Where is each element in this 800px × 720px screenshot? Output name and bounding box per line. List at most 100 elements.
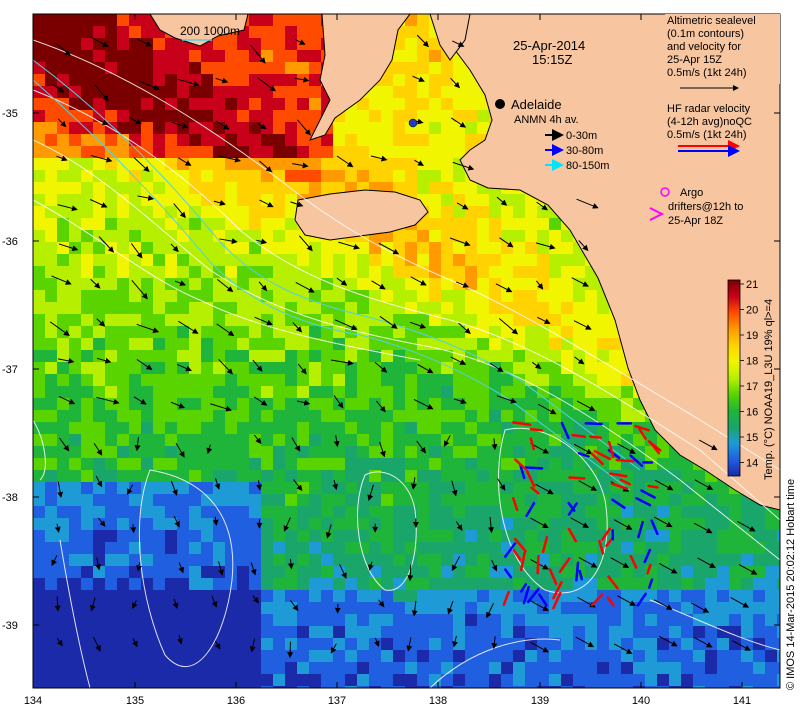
sst-cell xyxy=(489,530,502,543)
sst-cell xyxy=(393,278,406,291)
sst-cell xyxy=(537,338,550,351)
sst-cell xyxy=(513,302,526,315)
sst-cell xyxy=(177,218,190,231)
sst-cell xyxy=(321,566,334,579)
sst-cell xyxy=(261,110,274,123)
sst-cell xyxy=(369,674,382,687)
sst-cell xyxy=(141,350,154,363)
sst-cell xyxy=(633,506,646,519)
sst-cell xyxy=(705,542,718,555)
sst-cell xyxy=(369,650,382,663)
sst-cell xyxy=(237,338,250,351)
sst-cell xyxy=(69,470,82,483)
sst-cell xyxy=(201,362,214,375)
sst-cell xyxy=(249,494,262,507)
sst-cell xyxy=(153,122,166,135)
sst-cell xyxy=(81,494,94,507)
sst-cell xyxy=(237,110,250,123)
sst-cell xyxy=(633,566,646,579)
sst-cell xyxy=(669,458,682,471)
sst-cell xyxy=(753,590,766,603)
sst-cell xyxy=(141,458,154,471)
sst-cell xyxy=(585,314,598,327)
sst-cell xyxy=(69,326,82,339)
sst-cell xyxy=(573,542,586,555)
sst-cell xyxy=(453,542,466,555)
sst-cell xyxy=(345,410,358,423)
sst-cell xyxy=(141,650,154,663)
sst-cell xyxy=(669,674,682,687)
sst-cell xyxy=(417,254,430,267)
sst-cell xyxy=(561,650,574,663)
sst-cell xyxy=(249,422,262,435)
sst-cell xyxy=(45,434,58,447)
sst-cell xyxy=(345,122,358,135)
sst-cell xyxy=(237,374,250,387)
sst-cell xyxy=(369,614,382,627)
sst-cell xyxy=(369,626,382,639)
sst-cell xyxy=(189,350,202,363)
sst-cell xyxy=(453,374,466,387)
sst-cell xyxy=(465,134,478,147)
sst-cell xyxy=(117,542,130,555)
sst-cell xyxy=(201,278,214,291)
sst-cell xyxy=(57,602,70,615)
sst-cell xyxy=(249,506,262,519)
sst-cell xyxy=(69,446,82,459)
sst-cell xyxy=(441,110,454,123)
sst-cell xyxy=(417,374,430,387)
sst-cell xyxy=(141,290,154,303)
sst-cell xyxy=(237,62,250,75)
sst-cell xyxy=(381,254,394,267)
sst-cell xyxy=(489,290,502,303)
sst-cell xyxy=(501,482,514,495)
sst-cell xyxy=(477,602,490,615)
sst-cell xyxy=(621,626,634,639)
sst-cell xyxy=(273,74,286,87)
sst-cell xyxy=(429,494,442,507)
sst-cell xyxy=(273,650,286,663)
sst-cell xyxy=(537,230,550,243)
sst-cell xyxy=(117,26,130,39)
sst-cell xyxy=(369,446,382,459)
sst-cell xyxy=(465,98,478,111)
sst-cell xyxy=(213,470,226,483)
sst-cell xyxy=(561,362,574,375)
sst-cell xyxy=(501,614,514,627)
sst-cell xyxy=(345,506,358,519)
sst-cell xyxy=(261,38,274,51)
sst-cell xyxy=(309,482,322,495)
sst-cell xyxy=(609,566,622,579)
sst-cell xyxy=(609,662,622,675)
sst-cell xyxy=(393,518,406,531)
sst-cell xyxy=(345,158,358,171)
sst-cell xyxy=(597,662,610,675)
sst-cell xyxy=(45,626,58,639)
sst-cell xyxy=(141,530,154,543)
sst-cell xyxy=(177,86,190,99)
sst-cell xyxy=(261,410,274,423)
sst-cell xyxy=(321,362,334,375)
sst-cell xyxy=(117,182,130,195)
sst-cell xyxy=(33,398,46,411)
sst-cell xyxy=(453,398,466,411)
sst-cell xyxy=(153,494,166,507)
sst-cell xyxy=(441,122,454,135)
sst-cell xyxy=(489,242,502,255)
sst-cell xyxy=(405,290,418,303)
sst-cell xyxy=(153,530,166,543)
sst-cell xyxy=(33,650,46,663)
sst-cell xyxy=(273,242,286,255)
sst-cell xyxy=(81,350,94,363)
sst-cell xyxy=(465,566,478,579)
sst-cell xyxy=(501,506,514,519)
sst-cell xyxy=(225,170,238,183)
sst-cell xyxy=(357,434,370,447)
sst-cell xyxy=(333,266,346,279)
sst-cell xyxy=(441,482,454,495)
sst-cell xyxy=(129,302,142,315)
sst-cell xyxy=(273,122,286,135)
sst-cell xyxy=(57,158,70,171)
sst-cell xyxy=(357,578,370,591)
sst-cell xyxy=(693,530,706,543)
